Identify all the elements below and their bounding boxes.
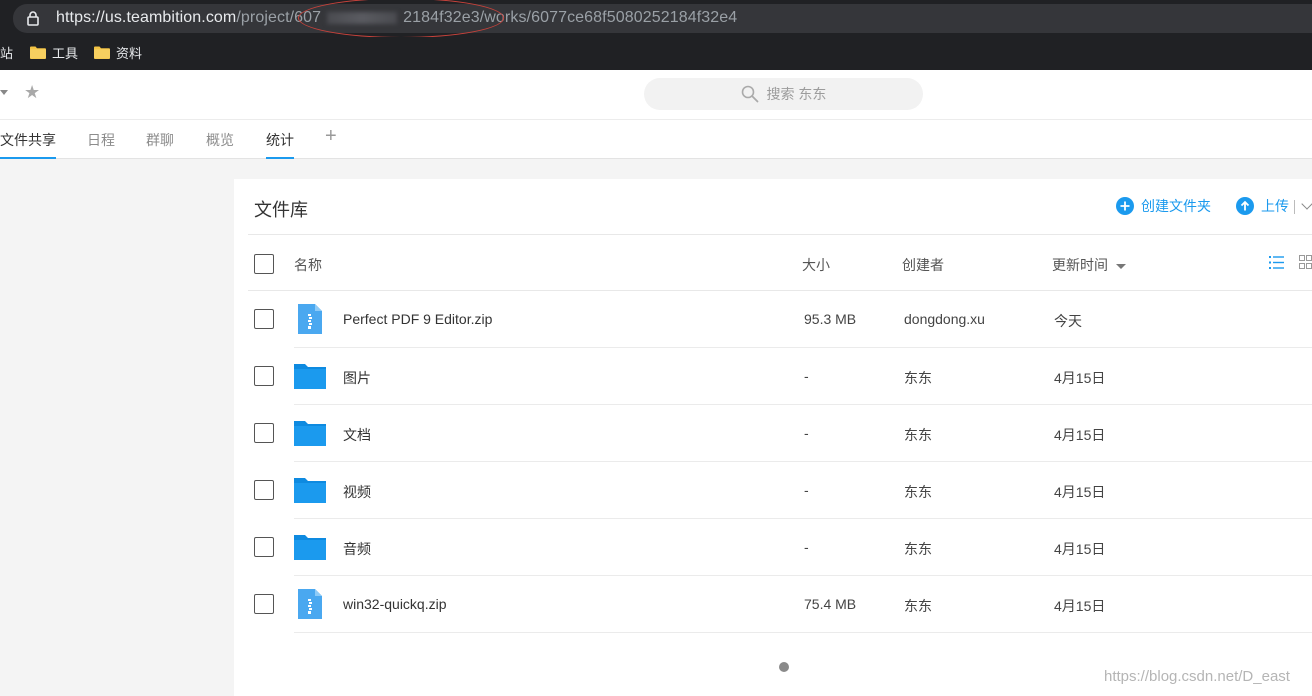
file-name[interactable]: Perfect PDF 9 Editor.zip	[343, 311, 492, 327]
folder-icon	[294, 535, 326, 560]
file-name[interactable]: 音频	[343, 539, 371, 559]
folder-icon	[294, 421, 326, 446]
sort-caret-icon[interactable]	[1116, 263, 1126, 269]
file-creator: 东东	[904, 541, 932, 557]
table-row[interactable]: 文档 - 东东 4月15日	[248, 405, 1312, 462]
bookmarks-bar: 站 工具 资料	[0, 37, 1312, 70]
folder-icon	[294, 478, 326, 503]
column-header-size[interactable]: 大小	[802, 255, 830, 275]
row-checkbox[interactable]	[254, 309, 274, 329]
add-tab-icon[interactable]: +	[325, 125, 337, 148]
upload-icon	[1236, 197, 1254, 215]
upload-button[interactable]: 上传	[1236, 196, 1289, 216]
column-header-name[interactable]: 名称	[294, 255, 322, 275]
file-creator: dongdong.xu	[904, 311, 985, 327]
folder-icon	[294, 364, 326, 389]
folder-icon	[94, 46, 110, 59]
bookmark-item[interactable]: 站	[0, 43, 13, 62]
bookmark-folder-resources[interactable]: 资料	[94, 43, 142, 62]
divider	[248, 234, 1312, 235]
file-creator: 东东	[904, 427, 932, 443]
bookmark-folder-tools[interactable]: 工具	[30, 43, 78, 62]
file-updated: 4月15日	[1054, 484, 1106, 500]
divider	[1294, 200, 1295, 214]
file-creator: 东东	[904, 370, 932, 386]
list-view-icon[interactable]	[1269, 256, 1284, 269]
table-row[interactable]: 音频 - 东东 4月15日	[248, 519, 1312, 576]
row-divider	[294, 632, 1312, 633]
column-header-updated[interactable]: 更新时间	[1052, 255, 1126, 275]
lock-icon[interactable]	[25, 10, 41, 26]
file-size: 95.3 MB	[804, 311, 857, 327]
scroll-indicator	[779, 662, 789, 672]
zip-file-icon	[298, 304, 322, 334]
chevron-down-icon[interactable]	[0, 90, 8, 95]
file-creator: 东东	[904, 598, 932, 614]
file-size: 75.4 MB	[804, 596, 857, 612]
select-all-checkbox[interactable]	[254, 254, 274, 274]
row-checkbox[interactable]	[254, 480, 274, 500]
file-name[interactable]: win32-quickq.zip	[343, 596, 447, 612]
tab-overview[interactable]: 概览	[206, 130, 234, 159]
library-title: 文件库	[254, 200, 308, 220]
grid-view-icon[interactable]	[1299, 255, 1312, 269]
zip-file-icon	[298, 589, 322, 619]
file-updated: 4月15日	[1054, 541, 1106, 557]
file-updated: 4月15日	[1054, 598, 1106, 614]
row-checkbox[interactable]	[254, 423, 274, 443]
row-checkbox[interactable]	[254, 366, 274, 386]
file-size: -	[804, 368, 809, 384]
row-checkbox[interactable]	[254, 594, 274, 614]
search-icon	[741, 85, 758, 103]
file-size: -	[804, 482, 809, 498]
table-row[interactable]: Perfect PDF 9 Editor.zip 95.3 MB dongdong.…	[248, 291, 1312, 348]
file-name[interactable]: 视频	[343, 482, 371, 502]
watermark: https://blog.csdn.net/D_east	[1104, 668, 1290, 685]
table-row[interactable]: win32-quickq.zip 75.4 MB 东东 4月15日	[248, 576, 1312, 633]
tab-file-share[interactable]: 文件共享	[0, 130, 56, 159]
tab-statistics[interactable]: 统计	[266, 130, 294, 159]
row-checkbox[interactable]	[254, 537, 274, 557]
project-tabs: 文件共享 日程 群聊 概览 统计	[0, 119, 1312, 159]
search-input[interactable]: 搜索 东东	[644, 78, 923, 110]
file-updated: 4月15日	[1054, 370, 1106, 386]
folder-icon	[30, 46, 46, 59]
star-icon[interactable]: ★	[24, 82, 40, 103]
file-size: -	[804, 539, 809, 555]
create-folder-button[interactable]: 创建文件夹	[1116, 196, 1211, 216]
file-name[interactable]: 文档	[343, 425, 371, 445]
file-size: -	[804, 425, 809, 441]
tab-group-chat[interactable]: 群聊	[146, 130, 174, 159]
search-placeholder: 搜索 东东	[766, 86, 827, 102]
file-updated: 今天	[1054, 313, 1082, 329]
table-row[interactable]: 视频 - 东东 4月15日	[248, 462, 1312, 519]
file-name[interactable]: 图片	[343, 368, 371, 388]
plus-circle-icon	[1116, 197, 1134, 215]
tab-schedule[interactable]: 日程	[87, 130, 115, 159]
file-updated: 4月15日	[1054, 427, 1106, 443]
column-header-creator[interactable]: 创建者	[902, 255, 944, 275]
table-row[interactable]: 图片 - 东东 4月15日	[248, 348, 1312, 405]
file-creator: 东东	[904, 484, 932, 500]
